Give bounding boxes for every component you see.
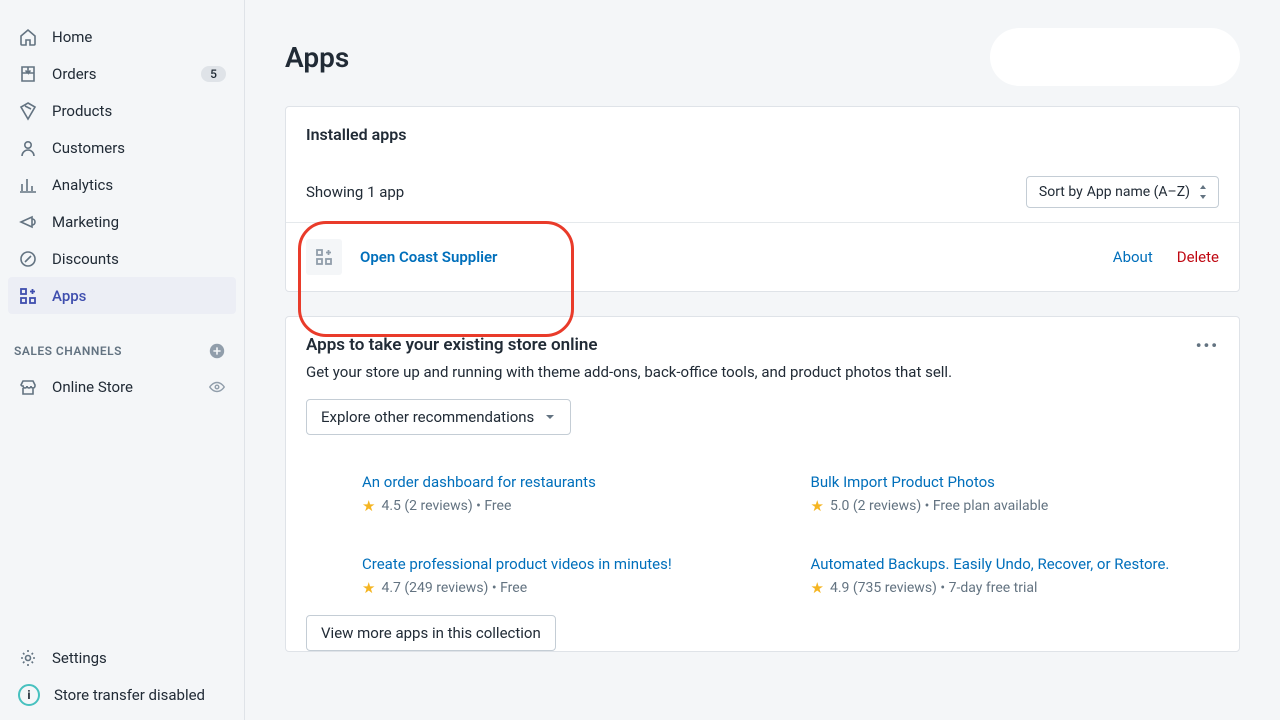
store-transfer-row[interactable]: i Store transfer disabled — [8, 676, 236, 714]
rec-item[interactable]: Bulk Import Product Photos ★ 5.0 (2 revi… — [811, 473, 1220, 515]
installed-apps-heading: Installed apps — [306, 125, 1219, 144]
gear-icon — [18, 648, 38, 668]
nav-label: Products — [52, 102, 112, 120]
chevron-down-icon — [544, 411, 556, 423]
sidebar: Home Orders 5 Products Customers A — [0, 0, 245, 720]
sidebar-item-customers[interactable]: Customers — [8, 129, 236, 166]
section-label: SALES CHANNELS — [14, 344, 122, 358]
app-highlight: Open Coast Supplier — [306, 239, 497, 275]
sales-channels-header: SALES CHANNELS — [0, 334, 244, 368]
discounts-icon — [18, 249, 38, 269]
sort-prefix: Sort by — [1039, 184, 1083, 200]
rec-item[interactable]: Create professional product videos in mi… — [362, 555, 771, 597]
rec-meta: ★ 4.7 (249 reviews) • Free — [362, 579, 771, 597]
installed-apps-card: Installed apps Showing 1 app Sort by App… — [285, 106, 1240, 292]
recommendations-grid: An order dashboard for restaurants ★ 4.5… — [286, 455, 1239, 601]
customers-icon — [18, 138, 38, 158]
nav-label: Analytics — [52, 176, 113, 194]
star-icon: ★ — [362, 579, 375, 597]
marketing-icon — [18, 212, 38, 232]
recommendations-card: Apps to take your existing store online … — [285, 316, 1240, 652]
apps-icon — [18, 286, 38, 306]
header-action-pill[interactable] — [990, 28, 1240, 86]
nav-label: Apps — [52, 287, 86, 305]
star-icon: ★ — [811, 497, 824, 515]
add-channel-icon[interactable] — [208, 342, 226, 360]
installed-app-name[interactable]: Open Coast Supplier — [360, 248, 497, 266]
sort-select[interactable]: Sort by App name (A–Z) — [1026, 176, 1219, 208]
channels-list: Online Store — [0, 368, 244, 405]
sidebar-item-products[interactable]: Products — [8, 92, 236, 129]
nav-label: Marketing — [52, 213, 119, 231]
online-store-icon — [18, 377, 38, 397]
analytics-icon — [18, 175, 38, 195]
main-content: Apps Installed apps Showing 1 app Sort b… — [245, 0, 1280, 720]
recommendations-sub: Get your store up and running with theme… — [286, 363, 1239, 399]
sidebar-item-settings[interactable]: Settings — [8, 639, 236, 676]
app-tile-icon — [306, 239, 342, 275]
view-more-button[interactable]: View more apps in this collection — [306, 615, 556, 651]
rec-title[interactable]: An order dashboard for restaurants — [362, 473, 771, 491]
page-header: Apps — [285, 28, 1240, 86]
rec-meta: ★ 4.5 (2 reviews) • Free — [362, 497, 771, 515]
sidebar-item-orders[interactable]: Orders 5 — [8, 55, 236, 92]
home-icon — [18, 27, 38, 47]
orders-badge: 5 — [201, 66, 226, 82]
sidebar-item-online-store[interactable]: Online Store — [8, 368, 236, 405]
nav-label: Orders — [52, 65, 97, 83]
nav-list: Home Orders 5 Products Customers A — [0, 18, 244, 314]
sort-value: App name (A–Z) — [1087, 184, 1190, 200]
recommendations-heading: Apps to take your existing store online — [306, 335, 598, 355]
nav-label: Online Store — [52, 378, 133, 396]
nav-label: Customers — [52, 139, 125, 157]
transfer-label: Store transfer disabled — [54, 686, 205, 704]
rec-item[interactable]: Automated Backups. Easily Undo, Recover,… — [811, 555, 1220, 597]
sidebar-item-discounts[interactable]: Discounts — [8, 240, 236, 277]
view-store-icon[interactable] — [208, 378, 226, 396]
sidebar-item-apps[interactable]: Apps — [8, 277, 236, 314]
explore-label: Explore other recommendations — [321, 408, 534, 426]
view-more-label: View more apps in this collection — [321, 624, 541, 642]
sidebar-bottom: Settings i Store transfer disabled — [0, 639, 244, 720]
explore-recommendations-button[interactable]: Explore other recommendations — [306, 399, 571, 435]
showing-count: Showing 1 app — [306, 183, 404, 201]
star-icon: ★ — [811, 579, 824, 597]
rec-title[interactable]: Bulk Import Product Photos — [811, 473, 1220, 491]
page-title: Apps — [285, 41, 349, 74]
rec-item[interactable]: An order dashboard for restaurants ★ 4.5… — [362, 473, 771, 515]
orders-icon — [18, 64, 38, 84]
rec-title[interactable]: Automated Backups. Easily Undo, Recover,… — [811, 555, 1220, 573]
rec-title[interactable]: Create professional product videos in mi… — [362, 555, 771, 573]
info-icon: i — [18, 684, 40, 706]
products-icon — [18, 101, 38, 121]
nav-label: Home — [52, 28, 92, 46]
sort-caret-icon — [1198, 185, 1208, 199]
sidebar-item-home[interactable]: Home — [8, 18, 236, 55]
sidebar-item-analytics[interactable]: Analytics — [8, 166, 236, 203]
star-icon: ★ — [362, 497, 375, 515]
rec-meta: ★ 4.9 (735 reviews) • 7-day free trial — [811, 579, 1220, 597]
nav-label: Discounts — [52, 250, 119, 268]
nav-label: Settings — [52, 649, 107, 667]
rec-meta: ★ 5.0 (2 reviews) • Free plan available — [811, 497, 1220, 515]
about-link[interactable]: About — [1113, 248, 1153, 266]
sidebar-item-marketing[interactable]: Marketing — [8, 203, 236, 240]
delete-link[interactable]: Delete — [1177, 248, 1219, 266]
installed-app-row: Open Coast Supplier About Delete — [286, 222, 1239, 291]
more-actions-icon[interactable]: ••• — [1196, 336, 1219, 355]
